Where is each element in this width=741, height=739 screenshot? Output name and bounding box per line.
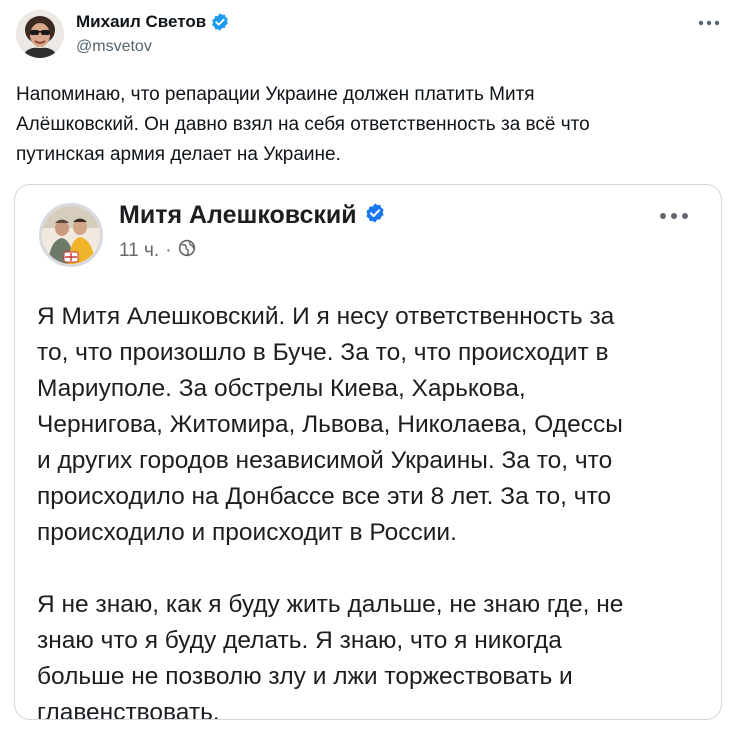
more-horizontal-icon: [698, 20, 720, 26]
tweet-text-line: Напоминаю, что репарации Украине должен …: [16, 84, 535, 105]
post-line: Я Митя Алешковский. И я несу ответственн…: [37, 303, 615, 330]
post-paragraph: Я не знаю, как я буду жить дальше, не зн…: [37, 587, 717, 720]
post-line: Я не знаю, как я буду жить дальше, не зн…: [37, 591, 624, 618]
post-line: Мариуполе. За обстрелы Киева, Харькова,: [37, 375, 526, 402]
embedded-post-meta: 11 ч. ·: [119, 239, 196, 263]
tweet-text: Напоминаю, что репарации Украине должен …: [16, 80, 706, 170]
post-line: больше не позволю злу и лжи торжествоват…: [37, 663, 573, 690]
post-line: главенствовать.: [37, 699, 220, 720]
post-line: и других городов независимой Украины. За…: [37, 447, 613, 474]
author-name-row: Михаил Светов: [76, 12, 230, 32]
post-line: Чернигова, Житомира, Львова, Николаева, …: [37, 411, 623, 438]
post-line: происходило на Донбассе все эти 8 лет. З…: [37, 483, 612, 510]
post-line: происходило и происходит в России.: [37, 519, 457, 546]
tweet-text-line: путинская армия делает на Украине.: [16, 144, 341, 165]
globe-icon: [178, 239, 196, 263]
embedded-author-name-row: Митя Алешковский: [119, 201, 386, 230]
attached-image[interactable]: Митя Алешковский 11 ч. · Я Митя Алешковс…: [14, 184, 722, 720]
embedded-more-icon-wrap: [657, 207, 691, 225]
embedded-author-avatar: [39, 203, 103, 267]
embedded-post-body: Я Митя Алешковский. И я несу ответственн…: [37, 299, 717, 720]
tweet-text-line: Алёшковский. Он давно взял на себя ответ…: [16, 114, 590, 135]
post-line: то, что произошло в Буче. За то, что про…: [37, 339, 609, 366]
avatar-photo-icon: [16, 10, 64, 58]
post-time: 11 ч.: [119, 240, 160, 261]
avatar-photo-icon: [42, 206, 100, 264]
author-avatar[interactable]: [16, 10, 64, 58]
verified-badge-icon: [210, 12, 230, 32]
author-name[interactable]: Михаил Светов: [76, 12, 206, 32]
embedded-author-name: Митя Алешковский: [119, 201, 357, 229]
author-handle[interactable]: @msvetov: [76, 38, 152, 56]
post-line: знаю что я буду делать. Я знаю, что я ни…: [37, 627, 562, 654]
post-paragraph: Я Митя Алешковский. И я несу ответственн…: [37, 299, 717, 551]
more-horizontal-icon: [660, 213, 688, 219]
meta-separator: ·: [165, 240, 172, 261]
more-options-button[interactable]: [695, 12, 723, 34]
verified-badge-icon: [364, 202, 386, 229]
tweet: Михаил Светов @msvetov Напоминаю, что ре…: [0, 0, 741, 739]
